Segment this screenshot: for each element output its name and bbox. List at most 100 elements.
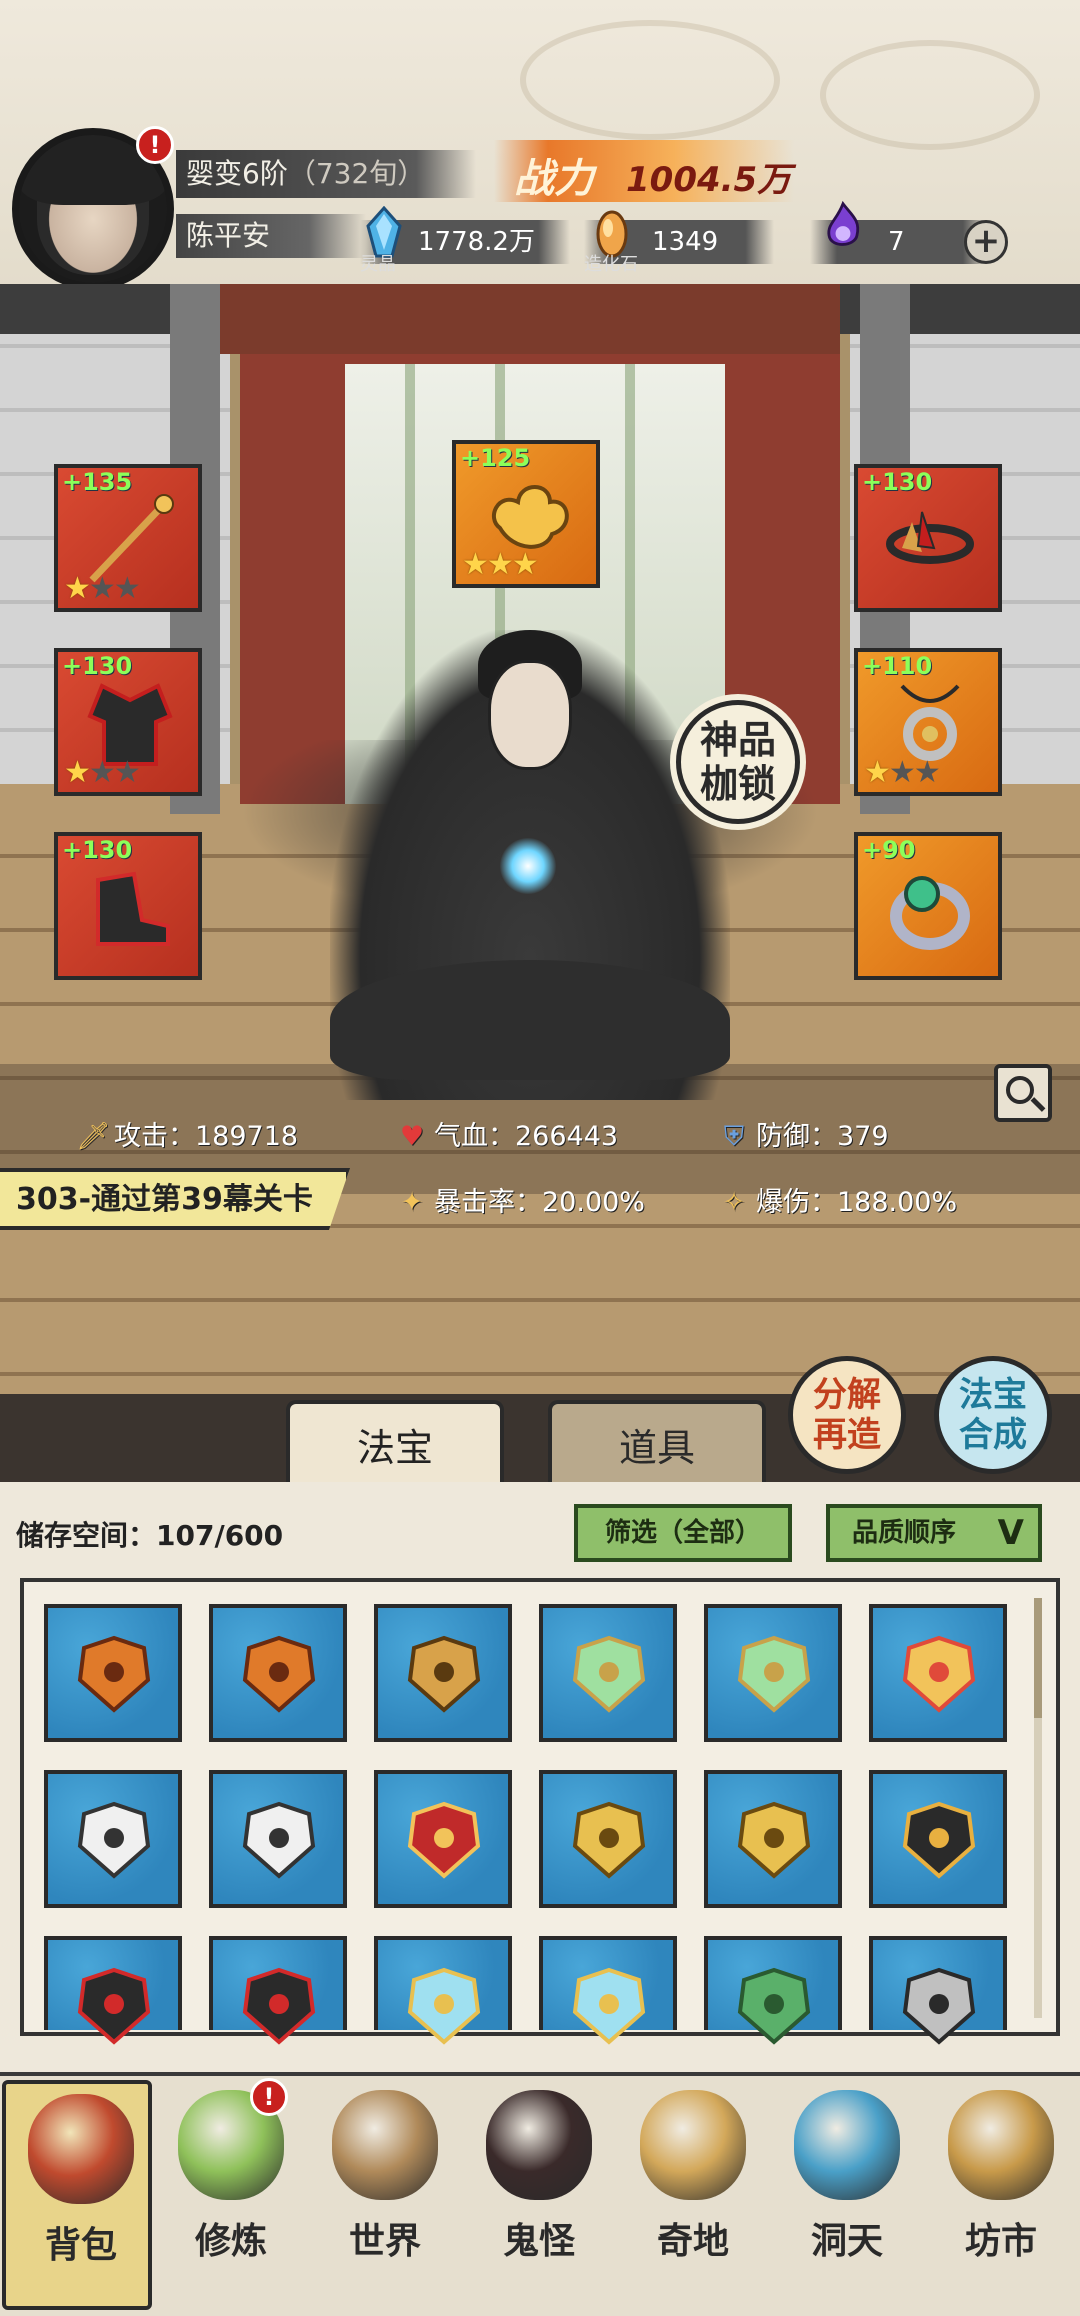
axe-icon (242, 1635, 316, 1713)
gold-armor-icon (737, 1801, 811, 1879)
equip-level: +130 (62, 652, 133, 680)
equip-slot-crown[interactable]: +130 (854, 464, 1002, 612)
scrollbar-thumb[interactable] (1034, 1598, 1042, 1718)
nav-scroll-map[interactable]: 世界 (310, 2080, 460, 2310)
star-icon: ★ (511, 547, 539, 582)
star-icon: ★ (88, 571, 116, 606)
filter-button[interactable]: 筛选（全部） (574, 1504, 792, 1562)
inventory-item[interactable] (209, 1604, 347, 1742)
inventory-item[interactable] (374, 1604, 512, 1742)
inventory-item[interactable] (44, 1770, 182, 1908)
inventory-item[interactable] (704, 1770, 842, 1908)
fan-icon (572, 1635, 646, 1713)
crit-damage-icon: ✧ (722, 1187, 746, 1218)
storage-space: 储存空间：107/600 (16, 1514, 283, 1554)
inventory-item[interactable] (869, 1936, 1007, 2045)
equip-stars: ★★★ (64, 755, 141, 790)
nav-lotus[interactable]: 修炼! (156, 2078, 306, 2310)
inventory-item[interactable] (539, 1936, 677, 2045)
equip-slot-ring[interactable]: +90 (854, 832, 1002, 980)
equip-slot-talisman[interactable]: +125 ★★★ (452, 440, 600, 588)
fan-icon (737, 1635, 811, 1713)
star-icon: ★ (64, 755, 91, 790)
boots-icon (77, 1967, 151, 2045)
resource-value: 7 (888, 227, 905, 257)
cloud-swirl-decoration (820, 40, 1040, 150)
golden-wings-icon (902, 1635, 976, 1713)
nav-floating-island[interactable]: 奇地 (618, 2080, 768, 2310)
star-icon: ★ (462, 547, 489, 582)
realm-text: 婴变6阶 (186, 157, 288, 190)
inventory-item[interactable] (869, 1770, 1007, 1908)
equip-slot-pendant[interactable]: +110 ★★★ (854, 648, 1002, 796)
nav-label: 背包 (44, 2225, 117, 2266)
inventory-item[interactable] (704, 1936, 842, 2045)
resource-caption: 灵晶 (360, 254, 396, 275)
alert-icon: ! (250, 2078, 288, 2116)
nav-portal[interactable]: 洞天 (772, 2080, 922, 2310)
flame-crown-icon (407, 1967, 481, 2045)
inventory-item[interactable] (869, 1604, 1007, 1742)
sort-dropdown[interactable]: 品质顺序 V (826, 1504, 1042, 1562)
equip-level: +110 (862, 652, 933, 680)
nav-label: 鬼怪 (502, 2221, 575, 2262)
inventory-item[interactable] (44, 1936, 182, 2045)
purple-flame-icon (827, 200, 860, 246)
divine-shackles-badge[interactable]: 神品 枷锁 (676, 700, 800, 824)
stat-value: 20.00% (542, 1187, 645, 1218)
inventory-item[interactable] (209, 1936, 347, 2045)
nav-label: 洞天 (810, 2221, 883, 2262)
heart-icon: ♥ (399, 1121, 425, 1152)
nav-bag[interactable]: 背包 (2, 2080, 152, 2310)
add-resource-button[interactable]: + (964, 220, 1008, 264)
crit-flame-icon: ✦ (400, 1187, 424, 1218)
stat-label: 爆伤： (756, 1187, 837, 1218)
inventory-item[interactable] (209, 1770, 347, 1908)
star-icon: ★ (64, 571, 91, 606)
stat-value: 266443 (515, 1121, 619, 1152)
nav-label: 修炼 (194, 2221, 267, 2262)
nav-market-stall[interactable]: 坊市 (926, 2080, 1076, 2310)
zoom-button[interactable] (994, 1064, 1052, 1122)
resource-value: 1778.2万 (418, 227, 535, 257)
white-robe-icon (77, 1801, 151, 1879)
star-icon: ★ (913, 755, 941, 790)
floating-island-icon (640, 2090, 746, 2200)
storage-label: 储存空间： (16, 1519, 157, 1552)
equip-level: +90 (862, 836, 916, 864)
inventory-item[interactable] (374, 1770, 512, 1908)
chevron-down-icon: V (997, 1513, 1024, 1553)
inventory-item[interactable] (539, 1604, 677, 1742)
character-head (488, 660, 572, 770)
market-stall-icon (948, 2090, 1054, 2200)
equip-stars: ★★★ (64, 571, 141, 606)
equip-level: +130 (62, 836, 133, 864)
leaf-wreath-icon (737, 1967, 811, 2045)
tab-items[interactable]: 道具 (548, 1400, 766, 1488)
equip-stars: ★★★ (864, 755, 941, 790)
inventory-item[interactable] (539, 1770, 677, 1908)
stat-crit-rate: ✦ 暴击率：20.00% (396, 1180, 645, 1219)
nav-label: 奇地 (656, 2221, 729, 2262)
inventory-item[interactable] (44, 1604, 182, 1742)
stat-label: 攻击： (114, 1121, 195, 1152)
demon-egg-icon (486, 2090, 592, 2200)
tab-treasure[interactable]: 法宝 (286, 1400, 504, 1488)
synthesize-button[interactable]: 法宝 合成 (934, 1356, 1052, 1474)
stat-attack: 🗡 攻击：189718 (76, 1114, 298, 1153)
gold-armor-icon (572, 1801, 646, 1879)
bracer-icon (902, 1801, 976, 1879)
inventory-item[interactable] (704, 1604, 842, 1742)
scroll-map-icon (332, 2090, 438, 2200)
stat-hp: ♥ 气血：266443 (396, 1114, 618, 1153)
equip-slot-boots[interactable]: +130 (54, 832, 202, 980)
combat-power-value: 1004.5万 (626, 160, 792, 200)
equip-level: +130 (862, 468, 933, 496)
decompose-button[interactable]: 分解 再造 (788, 1356, 906, 1474)
stat-value: 379 (837, 1121, 889, 1152)
equip-slot-weapon[interactable]: +135 ★★★ (54, 464, 202, 612)
quest-banner[interactable]: 303-通过第39幕关卡 (0, 1168, 350, 1230)
equip-slot-armor[interactable]: +130 ★★★ (54, 648, 202, 796)
inventory-item[interactable] (374, 1936, 512, 2045)
nav-demon-egg[interactable]: 鬼怪 (464, 2080, 614, 2310)
